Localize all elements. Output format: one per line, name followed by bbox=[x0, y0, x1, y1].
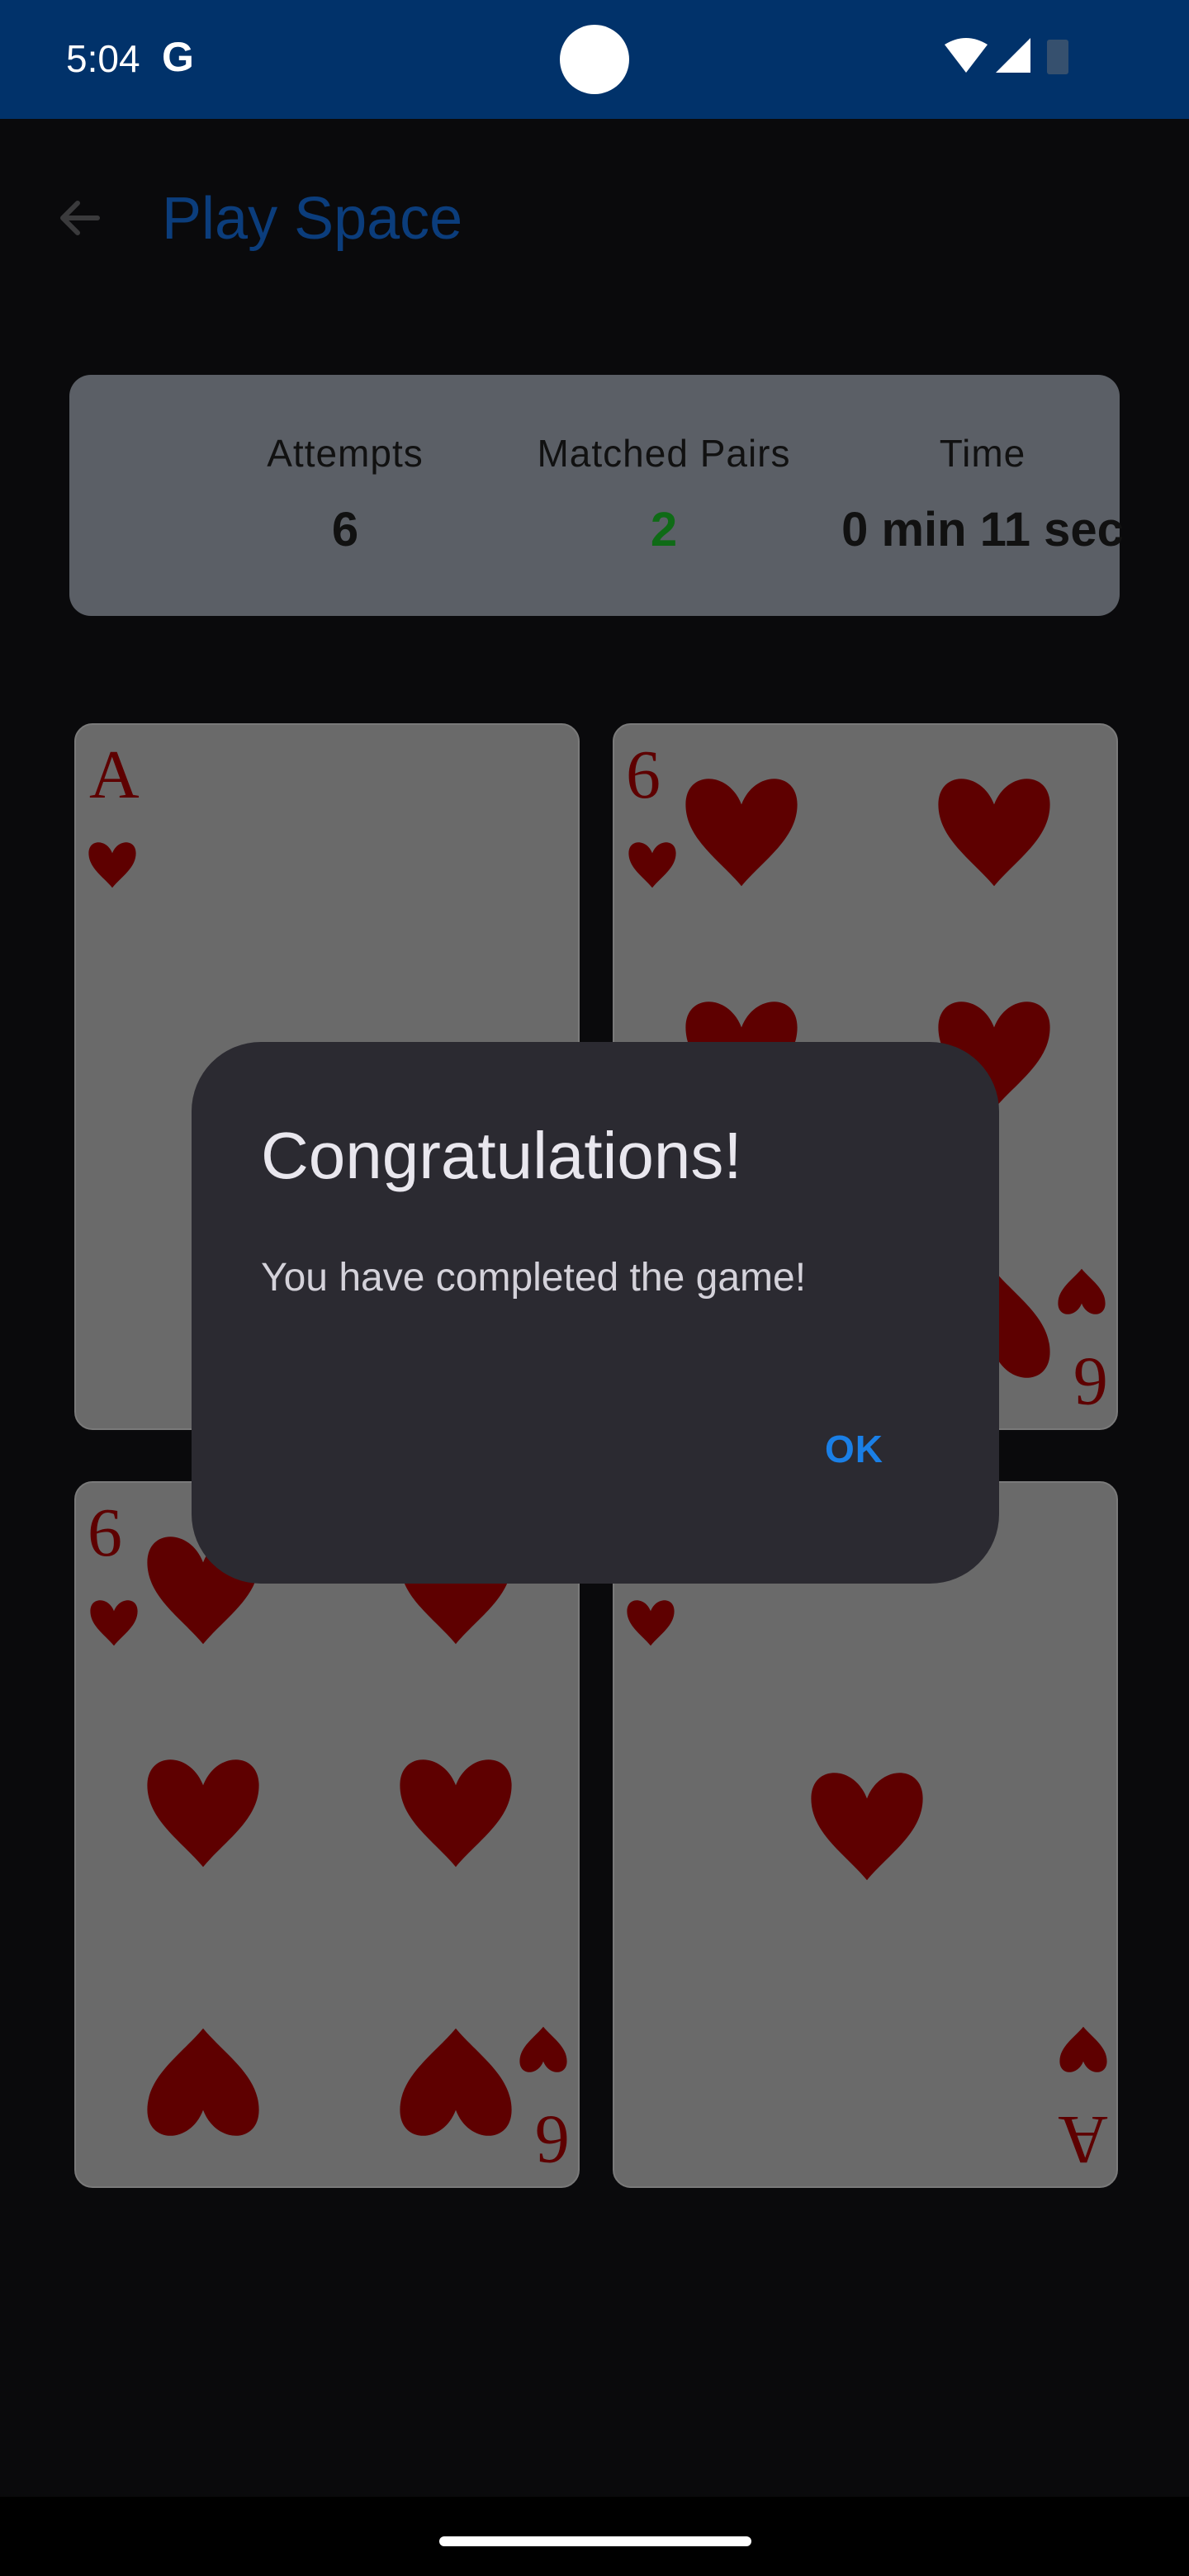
heart-icon bbox=[88, 842, 136, 888]
status-icons bbox=[945, 38, 1068, 74]
heart-icon bbox=[147, 1759, 259, 1868]
back-arrow-icon[interactable] bbox=[53, 192, 106, 244]
heart-icon bbox=[400, 2028, 512, 2136]
attempts-stat: Attempts 6 bbox=[180, 431, 510, 557]
time-label: Time bbox=[939, 432, 1026, 475]
card-six-of-hearts[interactable]: 6 6 bbox=[74, 1481, 580, 2188]
card-rank-inverted: 6 bbox=[535, 2101, 570, 2178]
wifi-icon bbox=[945, 38, 988, 73]
card-rank: 6 bbox=[626, 736, 661, 813]
ok-button[interactable]: OK bbox=[808, 1417, 900, 1481]
status-time: 5:04 bbox=[66, 37, 140, 80]
matched-pairs-label: Matched Pairs bbox=[537, 432, 791, 475]
heart-icon bbox=[400, 1759, 512, 1868]
heart-icon bbox=[685, 779, 798, 887]
heart-icon bbox=[519, 2026, 567, 2072]
heart-icon bbox=[938, 779, 1050, 887]
home-indicator[interactable] bbox=[439, 2536, 751, 2546]
app-bar: Play Space bbox=[0, 119, 1189, 301]
heart-icon bbox=[811, 1773, 923, 1881]
google-g-icon: G bbox=[162, 34, 194, 80]
camera-cutout bbox=[560, 25, 629, 94]
congratulations-dialog: Congratulations! You have completed the … bbox=[192, 1042, 999, 1584]
heart-icon bbox=[628, 842, 676, 888]
page-title: Play Space bbox=[162, 186, 463, 252]
dialog-title: Congratulations! bbox=[261, 1119, 742, 1192]
matched-pairs-value: 2 bbox=[650, 503, 678, 556]
heart-icon bbox=[1058, 1268, 1106, 1314]
card-rank: 6 bbox=[88, 1494, 122, 1571]
battery-icon bbox=[1047, 40, 1068, 74]
stats-panel: Attempts 6 Matched Pairs 2 Time 0 min 11… bbox=[69, 375, 1124, 616]
card-rank: A bbox=[89, 736, 140, 813]
status-bar: 5:04 G bbox=[0, 0, 1189, 119]
card-rank-inverted: 6 bbox=[1073, 1343, 1108, 1420]
heart-icon bbox=[627, 1600, 675, 1646]
dialog-message: You have completed the game! bbox=[261, 1256, 807, 1300]
heart-icon bbox=[90, 1600, 138, 1646]
time-value: 0 min 11 sec bbox=[841, 503, 1124, 556]
card-rank-inverted: A bbox=[1058, 2101, 1108, 2178]
signal-icon bbox=[996, 38, 1030, 73]
attempts-label: Attempts bbox=[267, 432, 424, 475]
matched-pairs-stat: Matched Pairs 2 bbox=[499, 431, 829, 557]
heart-icon bbox=[147, 2028, 259, 2136]
card-ace-of-hearts[interactable]: A bbox=[613, 1481, 1118, 2188]
attempts-value: 6 bbox=[331, 503, 359, 556]
time-stat: Time 0 min 11 sec bbox=[817, 431, 1148, 557]
heart-icon bbox=[1059, 2026, 1107, 2072]
